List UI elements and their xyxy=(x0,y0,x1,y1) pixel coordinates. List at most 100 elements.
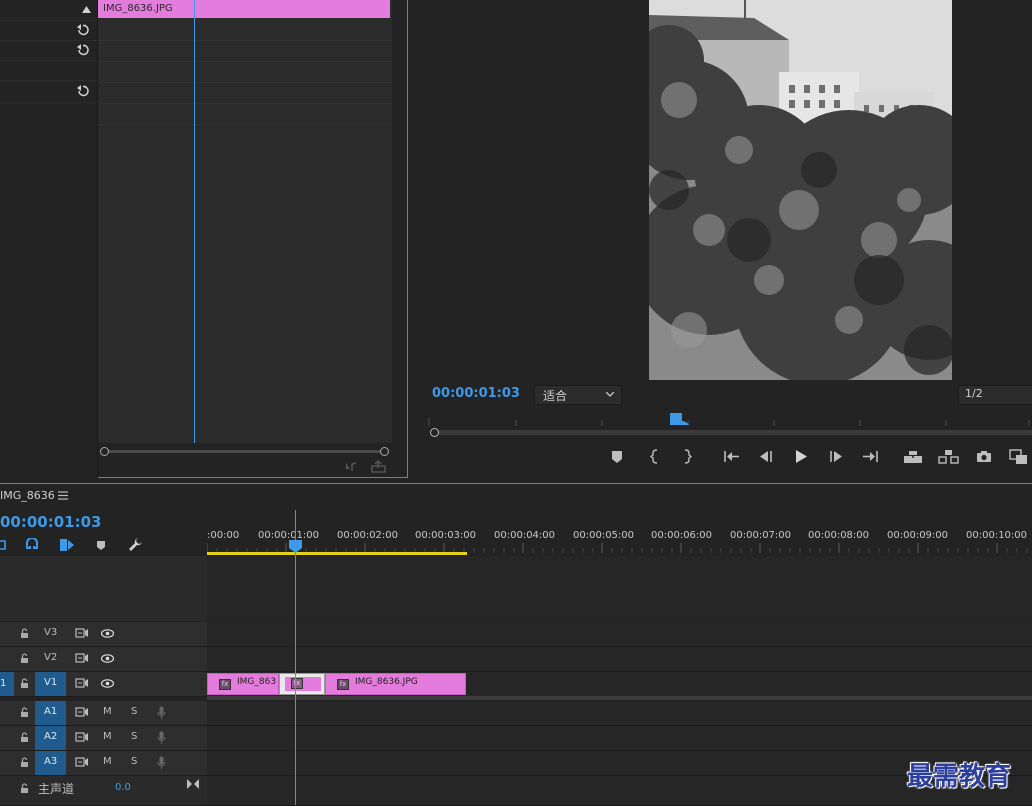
ruler-label: 00:00:07:00 xyxy=(730,530,792,541)
ruler-label: :00:00 xyxy=(207,530,240,541)
effect-clip-bar[interactable]: IMG_8636.JPG xyxy=(98,0,390,18)
lock-icon[interactable] xyxy=(20,628,29,639)
ruler-label: 00:00:09:00 xyxy=(887,530,949,541)
sequence-tab[interactable]: IMG_8636 xyxy=(0,489,55,502)
sync-lock-icon[interactable] xyxy=(75,732,89,743)
microphone-icon[interactable] xyxy=(157,706,166,720)
sync-lock-icon[interactable] xyxy=(75,757,89,768)
effect-keyframe-area[interactable]: IMG_8636.JPG xyxy=(98,0,392,443)
mark-out-icon[interactable] xyxy=(682,449,692,464)
mark-in-icon[interactable] xyxy=(650,449,660,464)
go-to-out-icon[interactable] xyxy=(862,450,879,463)
effect-zoom-scrollbar[interactable] xyxy=(100,446,390,456)
mute-button[interactable]: M xyxy=(103,731,112,742)
timeline-playhead-handle[interactable] xyxy=(289,540,302,553)
microphone-icon[interactable] xyxy=(157,731,166,745)
lock-icon[interactable] xyxy=(20,653,29,664)
track-label[interactable]: V3 xyxy=(44,627,57,638)
sync-lock-icon[interactable] xyxy=(75,653,89,664)
timeline-playhead-line[interactable] xyxy=(295,510,296,805)
track-label[interactable]: V2 xyxy=(44,652,57,663)
effect-row xyxy=(0,0,97,21)
track-label[interactable]: A1 xyxy=(44,706,57,717)
effect-row xyxy=(0,20,97,41)
monitor-playhead[interactable] xyxy=(670,413,690,427)
play-icon[interactable] xyxy=(794,449,808,464)
ruler-label: 00:00:02:00 xyxy=(337,530,399,541)
clip[interactable]: fx IMG_863 xyxy=(207,673,279,695)
source-patch-v1[interactable]: 1 xyxy=(0,672,14,696)
microphone-icon[interactable] xyxy=(157,756,166,770)
panel-menu-icon[interactable] xyxy=(58,491,68,500)
go-to-in-icon[interactable] xyxy=(723,450,740,463)
fx-badge: fx xyxy=(219,679,231,690)
compare-icon[interactable] xyxy=(1009,449,1029,465)
track-label[interactable]: A3 xyxy=(44,756,57,767)
eye-icon[interactable] xyxy=(101,629,114,638)
scroll-handle-left[interactable] xyxy=(100,447,109,456)
lift-icon[interactable] xyxy=(903,449,923,464)
lock-icon[interactable] xyxy=(20,732,29,743)
reset-icon[interactable] xyxy=(76,43,90,56)
extract-icon[interactable] xyxy=(938,449,959,464)
eye-icon[interactable] xyxy=(101,679,114,688)
step-forward-icon[interactable] xyxy=(829,450,843,463)
timeline-timecode[interactable]: 00:00:01:03 xyxy=(0,513,102,531)
effect-properties-column xyxy=(0,0,98,478)
track-header-v1: 1 V1 xyxy=(0,672,207,697)
monitor-scroll-handle[interactable] xyxy=(430,428,439,437)
clip-name: IMG_863 xyxy=(237,677,277,687)
nest-toggle-icon[interactable] xyxy=(0,538,8,552)
reset-icon[interactable] xyxy=(76,23,90,36)
lock-icon[interactable] xyxy=(20,783,29,794)
sync-lock-icon[interactable] xyxy=(75,628,89,639)
track-area-v3[interactable] xyxy=(207,622,1032,647)
clip[interactable]: fx IMG_8636.JPG xyxy=(325,673,466,695)
wrench-icon[interactable] xyxy=(128,537,143,552)
track-area-a1[interactable] xyxy=(207,701,1032,726)
track-label[interactable]: V1 xyxy=(44,677,57,688)
sync-lock-icon[interactable] xyxy=(75,707,89,718)
clip-name: IMG_8636.JPG xyxy=(355,677,418,687)
effect-row xyxy=(0,82,97,103)
fx-badge: fx xyxy=(337,679,349,690)
reset-icon[interactable] xyxy=(76,84,90,97)
effect-playhead-line[interactable] xyxy=(194,0,195,443)
lock-icon[interactable] xyxy=(20,757,29,768)
audio-only-icon[interactable] xyxy=(344,461,358,473)
export-frame-icon[interactable] xyxy=(976,450,992,463)
solo-button[interactable]: S xyxy=(131,731,137,742)
monitor-scrollbar[interactable] xyxy=(430,428,1032,438)
snap-magnet-icon[interactable] xyxy=(25,538,39,552)
eye-icon[interactable] xyxy=(101,654,114,663)
track-v1: 1 V1 xyxy=(0,672,1032,700)
sync-lock-icon[interactable] xyxy=(75,678,89,689)
solo-button[interactable]: S xyxy=(131,706,137,717)
export-icon[interactable] xyxy=(371,460,386,473)
add-marker-icon[interactable] xyxy=(96,540,106,551)
linked-selection-icon[interactable] xyxy=(59,538,75,552)
ruler-label: 00:00:04:00 xyxy=(494,530,556,541)
monitor-time-ruler[interactable] xyxy=(426,416,1032,428)
master-volume-value[interactable]: 0.0 xyxy=(115,782,131,793)
track-area-a2[interactable] xyxy=(207,726,1032,751)
clip-selected[interactable]: fx xyxy=(279,673,325,695)
track-area-v2[interactable] xyxy=(207,647,1032,672)
scroll-handle-right[interactable] xyxy=(380,447,389,456)
go-to-end-icon[interactable] xyxy=(187,779,199,789)
lock-icon[interactable] xyxy=(20,707,29,718)
resolution-dropdown[interactable]: 1/2 xyxy=(958,385,1032,405)
track-master: 主声道 0.0 xyxy=(0,776,1032,806)
fit-zoom-dropdown[interactable]: 适合 xyxy=(534,385,622,405)
work-area-bar[interactable] xyxy=(207,552,467,555)
add-marker-icon[interactable] xyxy=(611,450,623,464)
lock-icon[interactable] xyxy=(20,678,29,689)
solo-button[interactable]: S xyxy=(131,756,137,767)
collapse-arrow-icon[interactable] xyxy=(82,6,91,13)
track-header-a2: A2 M S xyxy=(0,726,207,751)
step-back-icon[interactable] xyxy=(759,450,773,463)
mute-button[interactable]: M xyxy=(103,756,112,767)
track-label[interactable]: A2 xyxy=(44,731,57,742)
mute-button[interactable]: M xyxy=(103,706,112,717)
program-timecode[interactable]: 00:00:01:03 xyxy=(432,386,520,401)
